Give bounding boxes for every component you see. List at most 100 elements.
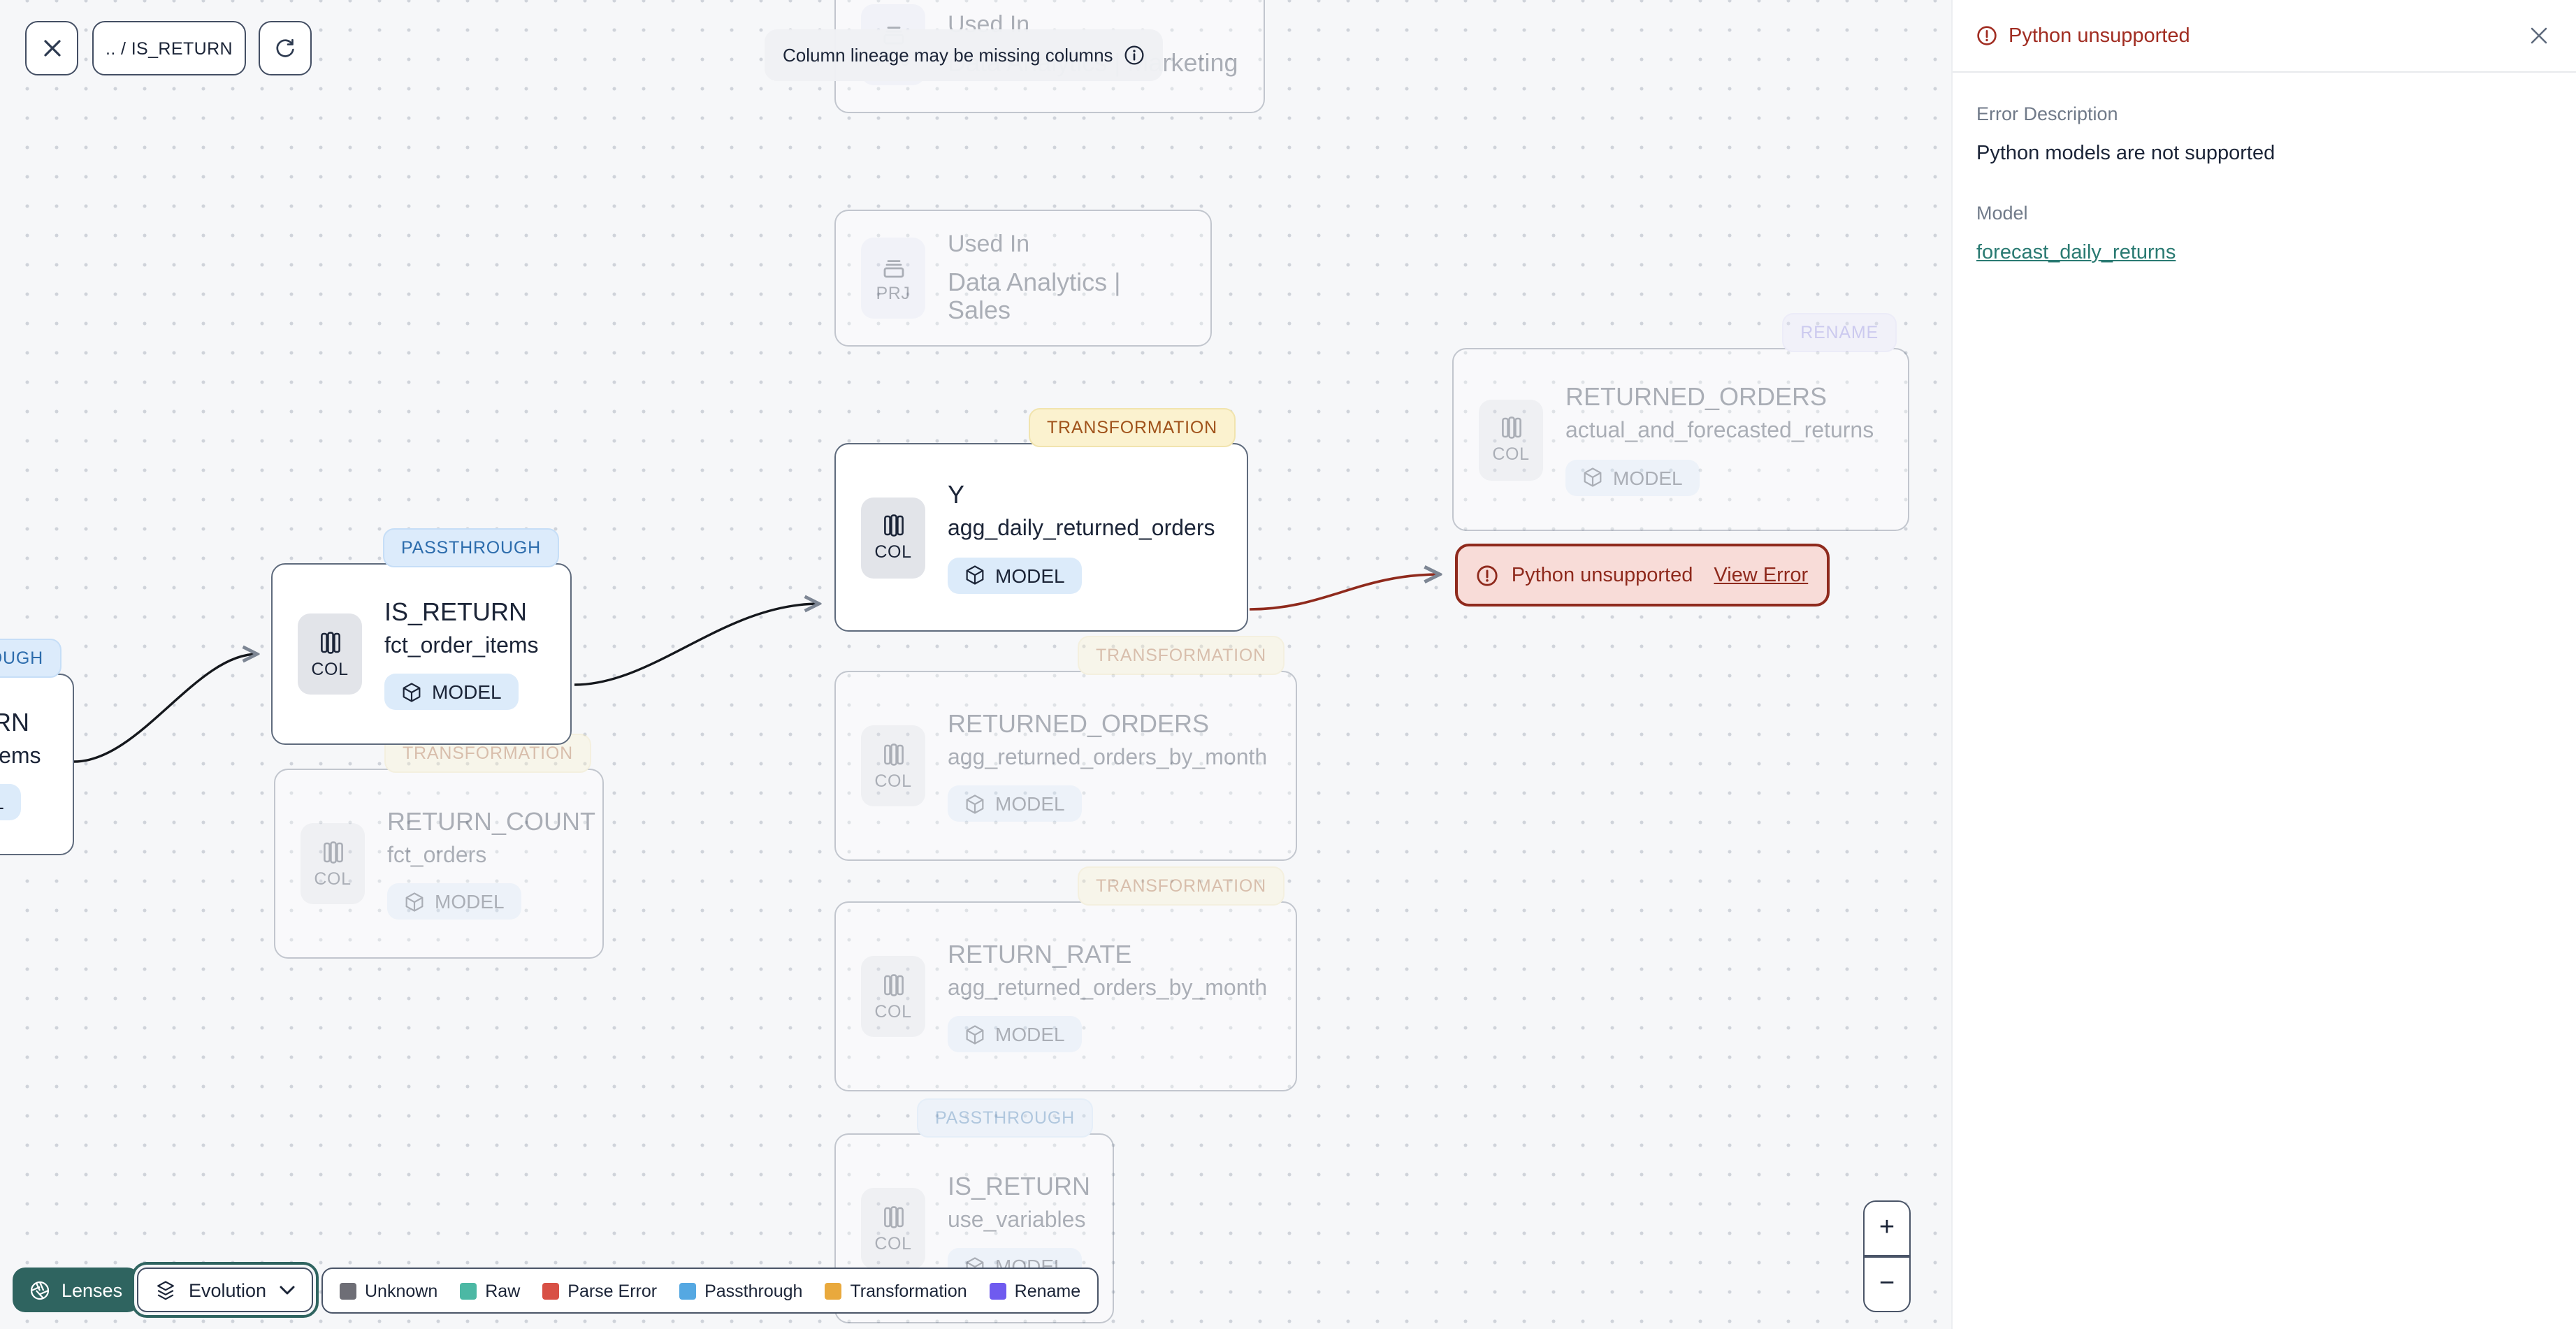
error-icon (1977, 26, 1997, 45)
legend-item-raw: Raw (460, 1281, 520, 1300)
lenses-button[interactable]: Lenses (13, 1268, 140, 1312)
node-title: RETURNED_ORDERS (948, 709, 1210, 738)
node-subtitle: actual_and_forecasted_returns (1565, 419, 1874, 444)
node-used-in-sales[interactable]: PRJ Used In Data Analytics | Sales (834, 210, 1212, 347)
panel-close-button[interactable] (2521, 18, 2555, 52)
columns-icon (883, 514, 903, 537)
node-subtitle: use_variables (948, 1208, 1086, 1233)
panel-header: Python unsupported (1953, 0, 2576, 73)
lineage-app: PRJ Used In Data Analytics | Marketing P… (0, 0, 2576, 1329)
passthrough-badge: PASSTHROUGH (916, 1098, 1093, 1138)
column-type-label: COL (874, 771, 912, 790)
chevron-down-icon (279, 1285, 294, 1294)
node-return-count[interactable]: TRANSFORMATION COL RETURN_COUNT fct_orde… (274, 734, 604, 959)
refresh-button[interactable] (259, 21, 312, 75)
unknown-swatch (340, 1282, 356, 1299)
column-type-label: COL (311, 659, 349, 678)
info-icon[interactable] (1124, 45, 1145, 66)
model-pill-label: MODEL (435, 890, 505, 913)
legend-label: Rename (1014, 1281, 1081, 1300)
breadcrumb-label: .. / IS_RETURN (105, 38, 233, 58)
node-title: IS_RETURN (384, 597, 528, 626)
model-pill: MODEL (0, 784, 21, 821)
model-pill: MODEL (948, 557, 1082, 594)
node-python-unsupported-error[interactable]: Python unsupported View Error (1455, 544, 1830, 607)
node-title: RETURN_RATE (948, 940, 1132, 968)
rename-badge: RENAME (1782, 313, 1897, 352)
lenses-label: Lenses (61, 1279, 123, 1300)
lens-evolution-select[interactable]: Evolution (137, 1268, 313, 1312)
node-agg-returned-orders-by-month[interactable]: TRANSFORMATION COL RETURNED_ORDERS agg_r… (834, 636, 1297, 861)
error-description-value: Python models are not supported (1976, 143, 2275, 165)
passthrough-badge: PASSTHROUGH (0, 639, 61, 678)
edge-left-to-isreturn (73, 654, 257, 763)
error-details-panel: Python unsupported Error Description Pyt… (1951, 0, 2576, 1329)
lineage-legend: Unknown Raw Parse Error Passthrough Tran… (321, 1268, 1099, 1314)
panel-title: Python unsupported (1976, 24, 2190, 47)
model-link[interactable]: forecast_daily_returns (1976, 242, 2176, 264)
legend-label: Parse Error (567, 1281, 658, 1300)
column-type-label: COL (314, 869, 352, 888)
legend-item-rename: Rename (989, 1281, 1081, 1300)
legend-label: Transformation (850, 1281, 967, 1300)
transformation-swatch (825, 1282, 842, 1299)
node-return-rate[interactable]: TRANSFORMATION COL RETURN_RATE agg_retur… (834, 866, 1297, 1091)
node-subtitle: fct_orders (387, 843, 487, 868)
node-fct-order-items-left[interactable]: PASSTHROUGH COL IS_RETURN fct_order_item… (0, 639, 74, 855)
columns-icon (1501, 416, 1521, 439)
error-node-label: Python unsupported (1511, 564, 1693, 586)
model-pill-label: MODEL (995, 792, 1065, 815)
model-pill: MODEL (387, 883, 521, 920)
legend-label: Unknown (365, 1281, 438, 1300)
column-icon-box: COL (861, 956, 925, 1037)
panel-body: Error Description Python models are not … (1953, 73, 2576, 296)
model-pill-label: MODEL (1613, 466, 1683, 489)
model-pill-label: MODEL (432, 681, 502, 704)
node-subtitle: agg_returned_orders_by_month (948, 746, 1268, 770)
zoom-in-button[interactable]: + (1865, 1202, 1909, 1256)
refresh-icon (276, 38, 294, 57)
transformation-badge: TRANSFORMATION (1028, 408, 1236, 447)
node-subtitle: fct_order_items (0, 744, 41, 769)
column-type-label: COL (1492, 444, 1530, 464)
close-icon (2530, 27, 2547, 43)
zoom-out-button[interactable]: − (1865, 1258, 1909, 1312)
project-icon-box: PRJ (861, 238, 925, 319)
zoom-controls: + − (1863, 1200, 1911, 1312)
lens-select-focus-ring: Evolution (131, 1262, 319, 1318)
lens-evolution-label: Evolution (189, 1279, 267, 1300)
column-type-label: COL (874, 542, 912, 562)
cube-icon (966, 565, 984, 585)
column-icon-box: COL (301, 823, 365, 904)
edge-y-to-error (1249, 574, 1440, 611)
passthrough-swatch (679, 1282, 697, 1299)
legend-item-passthrough: Passthrough (679, 1281, 802, 1300)
column-icon-box: COL (1479, 399, 1543, 480)
view-error-link[interactable]: View Error (1714, 564, 1808, 586)
cube-icon (966, 794, 984, 813)
node-fct-order-items[interactable]: PASSTHROUGH COL IS_RETURN fct_order_item… (271, 528, 572, 745)
close-lineage-button[interactable] (25, 21, 78, 75)
lineage-canvas[interactable]: PRJ Used In Data Analytics | Marketing P… (0, 0, 1951, 1329)
model-pill: MODEL (384, 674, 519, 711)
transformation-badge: TRANSFORMATION (1077, 636, 1285, 675)
node-title: IS_RETURN (0, 708, 30, 736)
legend-label: Passthrough (704, 1281, 803, 1300)
column-type-label: COL (874, 1233, 912, 1253)
cube-icon (403, 682, 421, 702)
columns-icon (323, 841, 342, 863)
banner-text: Column lineage may be missing columns (783, 45, 1113, 66)
panel-title-text: Python unsupported (2009, 24, 2190, 47)
model-label: Model (1976, 203, 2028, 224)
node-agg-daily-returned-orders[interactable]: TRANSFORMATION COL Y agg_daily_returned_… (834, 408, 1248, 632)
node-subtitle: fct_order_items (384, 634, 539, 658)
breadcrumb[interactable]: .. / IS_RETURN (92, 21, 246, 75)
edge-isreturn-to-y (574, 604, 819, 686)
rename-swatch (989, 1282, 1006, 1299)
node-actual-and-forecasted-returns[interactable]: RENAME COL RETURNED_ORDERS actual_and_fo… (1452, 313, 1909, 531)
project-type-label: PRJ (876, 283, 911, 303)
node-title: IS_RETURN (948, 1172, 1091, 1200)
model-pill-label: MODEL (995, 564, 1065, 587)
column-icon-box: COL (298, 613, 362, 695)
column-icon-box: COL (861, 725, 925, 806)
